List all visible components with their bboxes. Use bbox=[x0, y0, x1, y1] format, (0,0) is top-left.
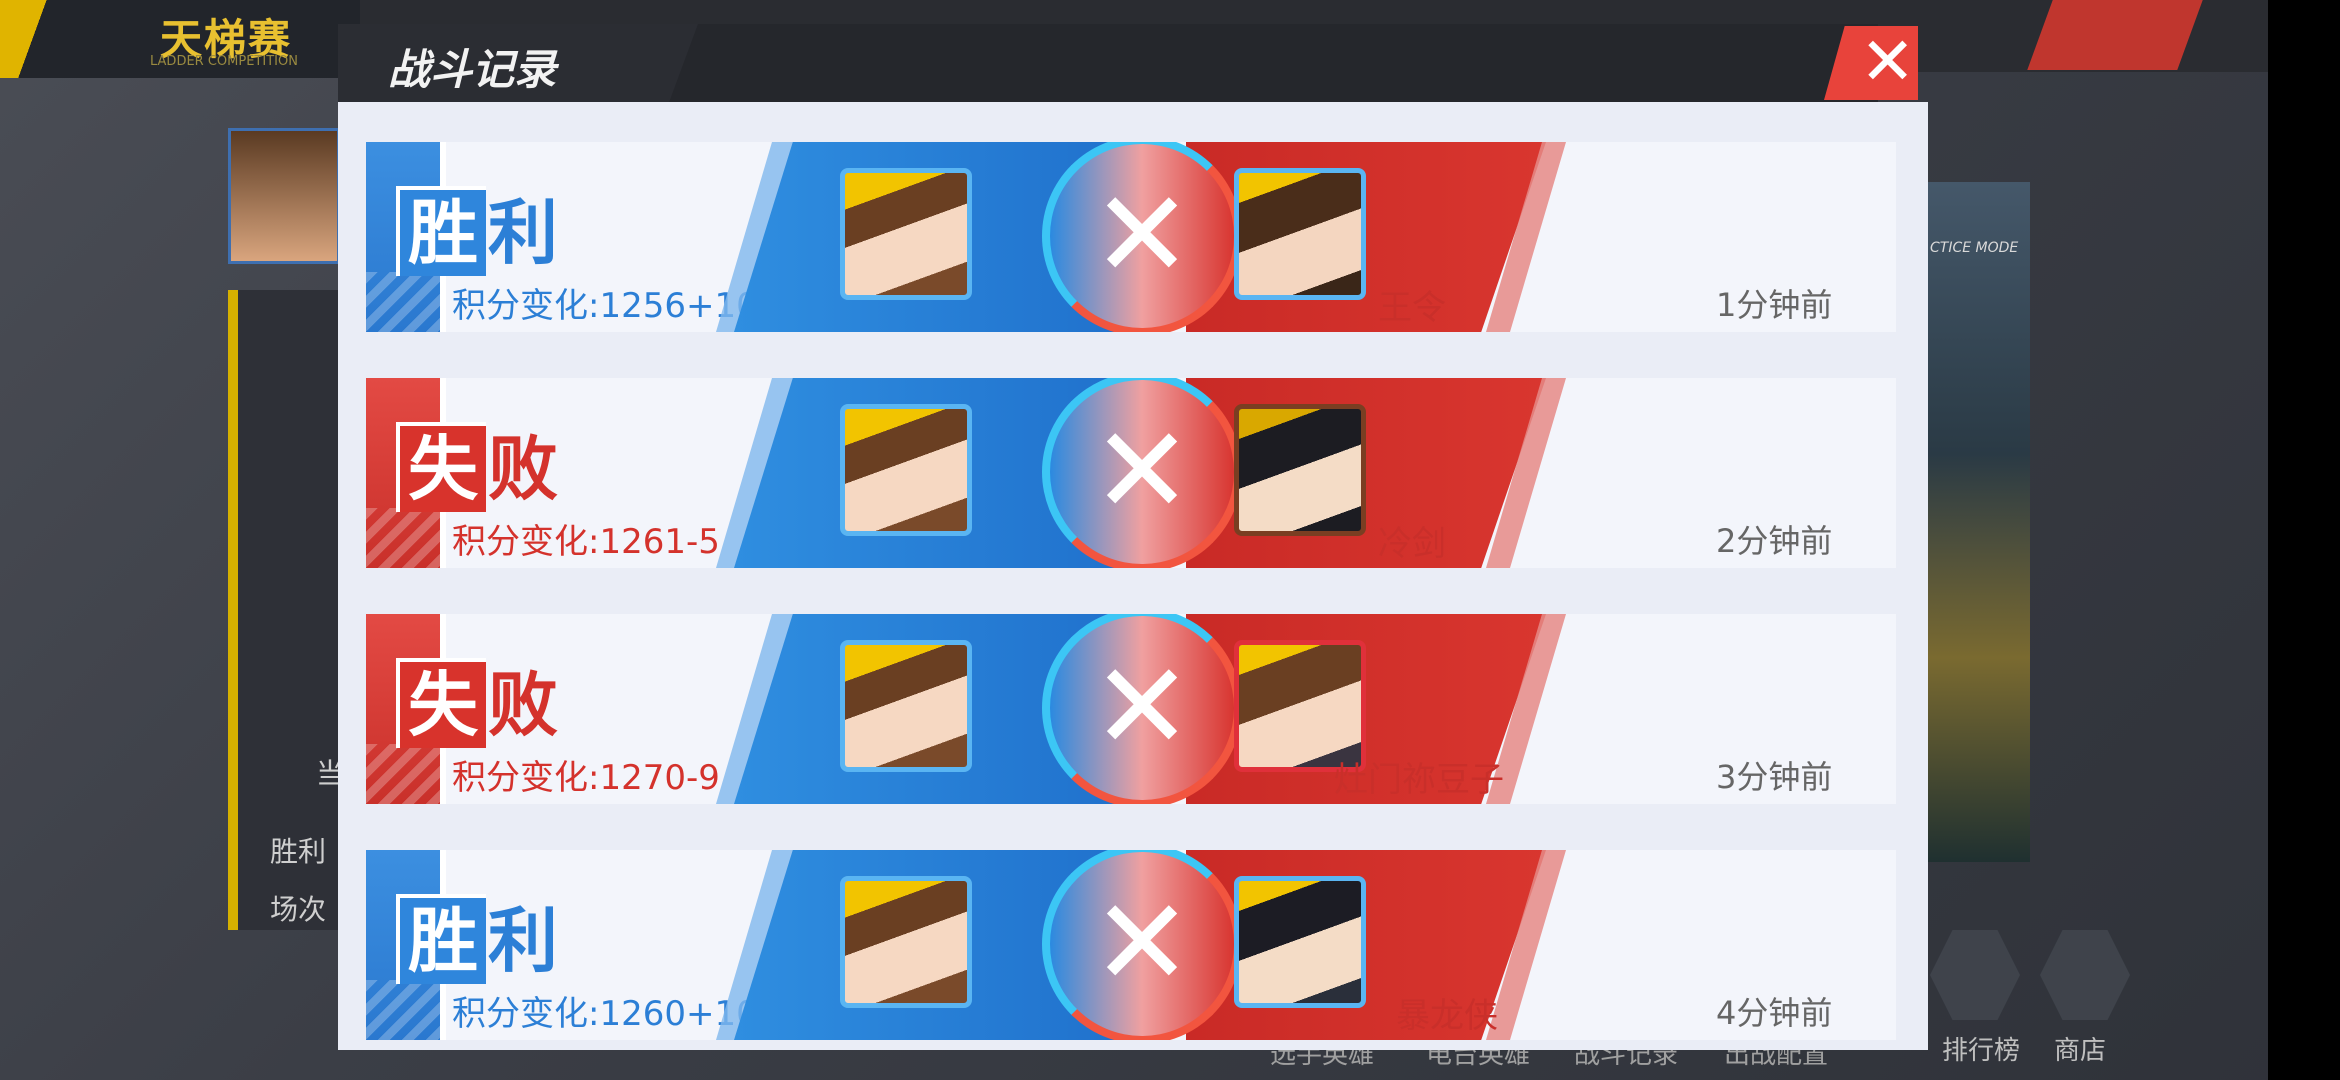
result-char-1: 胜 bbox=[396, 894, 486, 984]
opponent-avatar bbox=[1234, 876, 1366, 1008]
versus-emblem: ✕ bbox=[1042, 850, 1242, 1040]
opponent-name: 暴龙侠 bbox=[1396, 996, 1498, 1036]
crossed-swords-icon: ✕ bbox=[1091, 874, 1193, 1013]
result-label: 失败 bbox=[396, 658, 558, 748]
bottom-nav: 排行榜 商店 bbox=[1900, 930, 2140, 1066]
ranking-icon[interactable] bbox=[1930, 930, 2020, 1020]
top-close-backdrop bbox=[2027, 0, 2203, 70]
battle-record-row[interactable]: 胜利 积分变化:1256+10 ✕ 王令 1分钟前 bbox=[366, 142, 1896, 332]
result-char-2: 败 bbox=[488, 664, 558, 746]
player-avatar bbox=[840, 168, 972, 300]
player-avatar bbox=[840, 640, 972, 772]
opponent-name: 冷剑 bbox=[1378, 524, 1446, 564]
versus-emblem: ✕ bbox=[1042, 142, 1242, 332]
shop-label: 商店 bbox=[2054, 1036, 2107, 1066]
ladder-logo: 天梯赛 LADDER COMPETITION bbox=[0, 0, 360, 78]
opponent-name: 王令 bbox=[1378, 288, 1446, 328]
shop-cart-icon[interactable] bbox=[2040, 930, 2130, 1020]
badge-pattern bbox=[366, 272, 440, 332]
result-char-2: 利 bbox=[488, 192, 558, 274]
result-char-1: 胜 bbox=[396, 186, 486, 276]
match-time: 1分钟前 bbox=[1716, 286, 1833, 324]
player-portrait bbox=[228, 128, 340, 264]
crossed-swords-icon: ✕ bbox=[1091, 166, 1193, 305]
opponent-name: 灶门祢豆子 bbox=[1334, 760, 1504, 800]
player-avatar bbox=[840, 404, 972, 536]
result-label: 胜利 bbox=[396, 186, 558, 276]
battle-record-row[interactable]: 胜利 积分变化:1260+10 ✕ 暴龙侠 4分钟前 bbox=[366, 850, 1896, 1040]
dialog-body: 胜利 积分变化:1256+10 ✕ 王令 1分钟前 失败 积分变化:1261-5… bbox=[338, 102, 1928, 1050]
match-time: 2分钟前 bbox=[1716, 522, 1833, 560]
crossed-swords-icon: ✕ bbox=[1091, 402, 1193, 541]
crossed-swords-icon: ✕ bbox=[1091, 638, 1193, 777]
result-char-1: 失 bbox=[396, 658, 486, 748]
battle-record-row[interactable]: 失败 积分变化:1270-9 ✕ 灶门祢豆子 3分钟前 bbox=[366, 614, 1896, 804]
close-icon[interactable]: ✕ bbox=[1860, 26, 1915, 100]
screen-edge bbox=[2268, 0, 2340, 1080]
badge-pattern bbox=[366, 980, 440, 1040]
practice-mode-label: CTICE MODE bbox=[1930, 240, 2019, 256]
dialog-header: 战斗记录 bbox=[338, 24, 1878, 102]
opponent-avatar bbox=[1234, 404, 1366, 536]
score-change: 积分变化:1270-9 bbox=[452, 758, 720, 798]
result-char-1: 失 bbox=[396, 422, 486, 512]
ranking-label: 排行榜 bbox=[1942, 1036, 2021, 1066]
versus-emblem: ✕ bbox=[1042, 378, 1242, 568]
dialog-title: 战斗记录 bbox=[388, 45, 557, 94]
badge-pattern bbox=[366, 508, 440, 568]
score-change: 积分变化:1256+10 bbox=[452, 286, 758, 326]
match-time: 3分钟前 bbox=[1716, 758, 1833, 796]
result-char-2: 败 bbox=[488, 428, 558, 510]
player-avatar bbox=[840, 876, 972, 1008]
opponent-avatar bbox=[1234, 168, 1366, 300]
stat-label-matches: 场次 bbox=[270, 893, 327, 926]
match-time: 4分钟前 bbox=[1716, 994, 1833, 1032]
battle-record-dialog: 战斗记录 ✕ 胜利 积分变化:1256+10 ✕ 王令 1分钟前 失败 积分变化… bbox=[338, 24, 1928, 1050]
versus-emblem: ✕ bbox=[1042, 614, 1242, 804]
badge-pattern bbox=[366, 744, 440, 804]
stat-label-wins: 胜利 bbox=[270, 835, 327, 868]
score-change: 积分变化:1261-5 bbox=[452, 522, 720, 562]
result-char-2: 利 bbox=[488, 900, 558, 982]
ladder-subtitle: LADDER COMPETITION bbox=[150, 54, 298, 69]
practice-mode-scene[interactable] bbox=[1928, 182, 2030, 862]
result-label: 胜利 bbox=[396, 894, 558, 984]
score-change: 积分变化:1260+10 bbox=[452, 994, 758, 1034]
battle-record-row[interactable]: 失败 积分变化:1261-5 ✕ 冷剑 2分钟前 bbox=[366, 378, 1896, 568]
result-label: 失败 bbox=[396, 422, 558, 512]
